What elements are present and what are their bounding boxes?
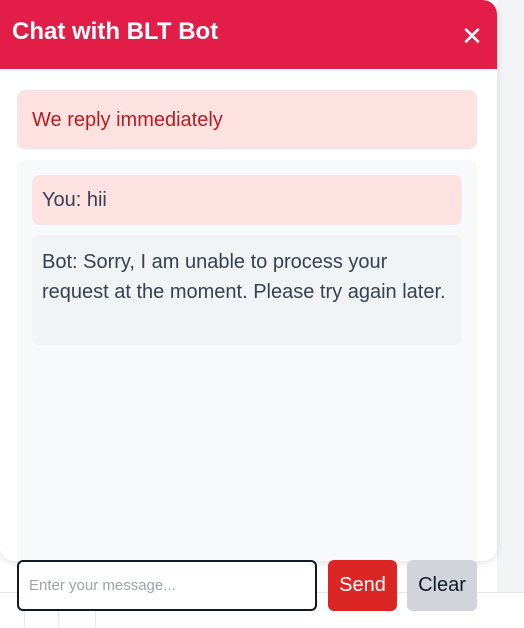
- user-message-text: You: hii: [42, 189, 107, 211]
- user-message: You: hii: [32, 175, 462, 225]
- reply-notice: We reply immediately: [17, 90, 477, 149]
- message-input[interactable]: [17, 560, 317, 611]
- chat-title: Chat with BLT Bot: [12, 18, 219, 45]
- bot-message: Bot: Sorry, I am unable to process your …: [32, 235, 462, 345]
- message-list[interactable]: You: hii Bot: Sorry, I am unable to proc…: [17, 160, 477, 560]
- close-icon[interactable]: ✕: [458, 22, 486, 50]
- reply-notice-text: We reply immediately: [32, 109, 223, 131]
- bot-message-text: Bot: Sorry, I am unable to process your …: [42, 251, 446, 303]
- clear-button[interactable]: Clear: [407, 560, 477, 611]
- send-button[interactable]: Send: [328, 560, 397, 611]
- chat-widget: Chat with BLT Bot ✕ We reply immediately…: [0, 0, 497, 561]
- chat-header: Chat with BLT Bot ✕: [0, 0, 497, 69]
- background-sidebar-strip: [497, 0, 524, 627]
